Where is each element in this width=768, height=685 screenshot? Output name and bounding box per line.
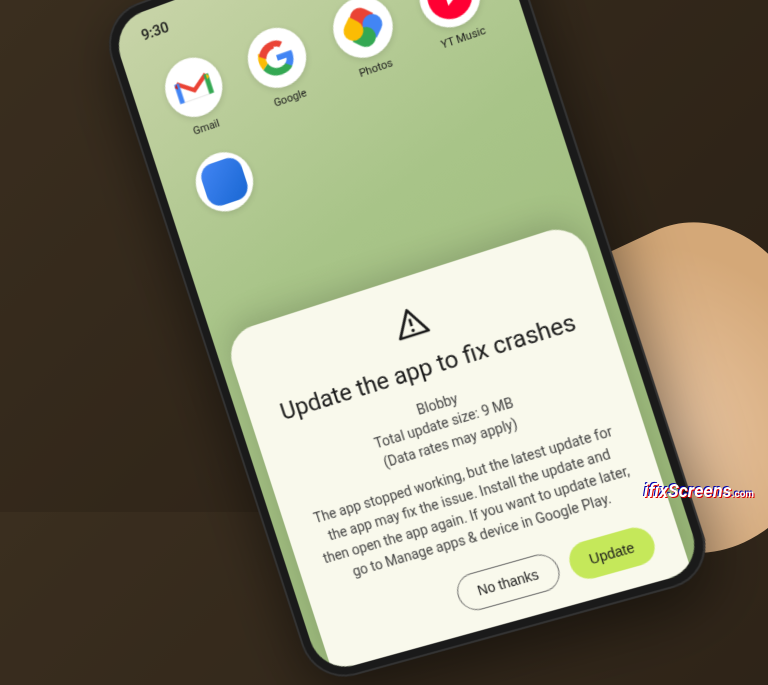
phone: 9:30: [98, 0, 717, 685]
google-icon: [240, 19, 314, 95]
app-label: Google: [272, 86, 308, 110]
warning-icon: [388, 301, 433, 346]
app-gmail[interactable]: Gmail: [149, 47, 243, 146]
app-label: YT Music: [439, 24, 487, 52]
duo-icon: [188, 144, 261, 219]
app-google[interactable]: Google: [232, 17, 328, 117]
app-label: Photos: [357, 56, 394, 80]
app-label: Gmail: [191, 117, 221, 138]
gmail-icon: [157, 50, 230, 125]
watermark: ifixScreens.com: [644, 481, 754, 502]
status-time: 9:30: [139, 18, 171, 44]
watermark-text: ifixScreens: [644, 481, 732, 502]
phone-frame: 9:30: [98, 0, 717, 685]
app-photos[interactable]: Photos: [317, 0, 415, 87]
scene: 9:30: [0, 0, 768, 512]
no-thanks-button[interactable]: No thanks: [452, 550, 564, 614]
update-dialog: Update the app to fix crashes Blobby Tot…: [223, 221, 692, 671]
phone-screen: 9:30: [110, 0, 704, 674]
update-button[interactable]: Update: [564, 523, 660, 583]
app-ytmusic[interactable]: YT Music: [403, 0, 503, 57]
home-app-grid: Gmail Google: [128, 0, 552, 229]
watermark-suffix: .com: [732, 489, 754, 500]
app-duo[interactable]: [180, 142, 269, 222]
